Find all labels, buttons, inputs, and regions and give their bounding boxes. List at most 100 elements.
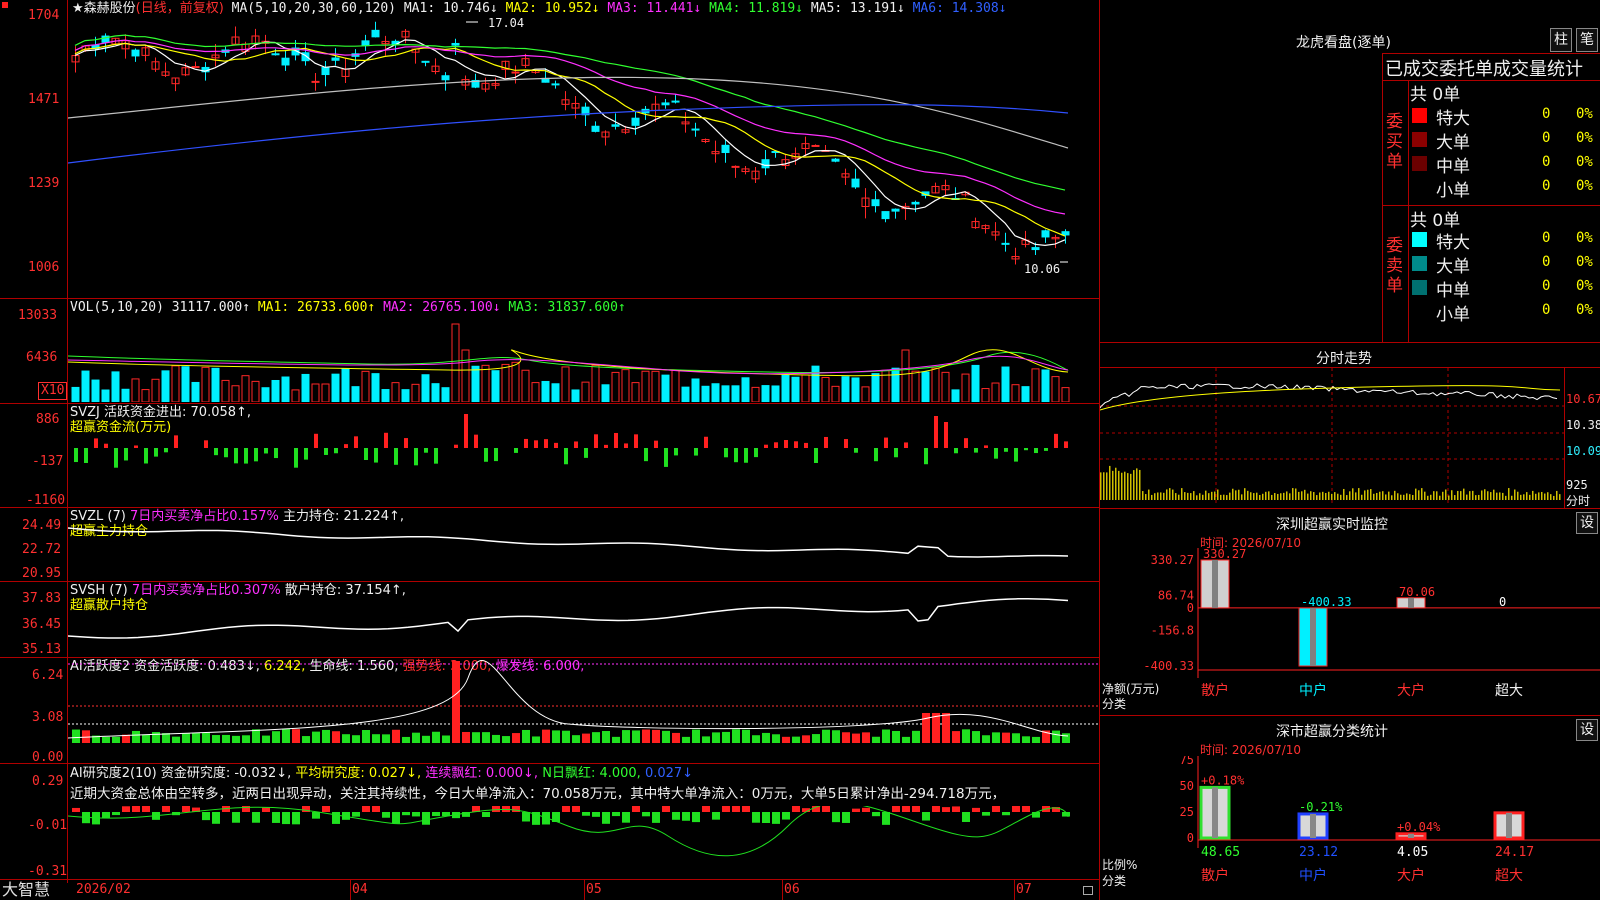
ma1-value: MA1: 10.746↓ <box>403 1 498 16</box>
research-y-label: 0.29 <box>32 774 64 789</box>
volume-bar <box>821 376 830 402</box>
intraday-volume-bar <box>1379 491 1381 500</box>
fund-flow-bar <box>374 448 378 463</box>
volume-bar <box>261 387 270 402</box>
main-holding-chart[interactable] <box>68 508 1099 580</box>
research-bar <box>952 806 960 812</box>
activity-bar <box>792 736 800 743</box>
research-bar <box>122 806 130 812</box>
intraday-volume-bar <box>1418 490 1420 500</box>
research-bar <box>492 806 500 812</box>
longhu-tick-button[interactable]: 笔 <box>1576 28 1598 52</box>
fund-flow-bar <box>744 448 748 463</box>
retail-holding-chart[interactable] <box>68 582 1099 656</box>
monitor-title: 深圳超赢实时监控 <box>1276 517 1388 533</box>
fund-flow-bar <box>354 436 358 448</box>
research-chart[interactable] <box>68 806 1099 878</box>
intraday-chart[interactable] <box>1100 368 1564 508</box>
intraday-volume-bar <box>1112 470 1114 500</box>
intraday-volume-bar <box>1142 491 1144 500</box>
fund-flow-chart[interactable] <box>68 404 1099 506</box>
research-bar <box>142 806 150 812</box>
activity-bar <box>822 729 830 743</box>
classify-chart[interactable]: 75 50 25 0 +0.18% 48.65 散户 -0.21% 23.12 中户 +0.04% 4… <box>1100 756 1600 900</box>
fund-flow-bar <box>934 416 938 448</box>
monitor-bar-shade <box>1408 597 1414 608</box>
activity-bar <box>702 736 710 743</box>
intraday-volume-bar <box>1310 491 1312 500</box>
intraday-volume-bar <box>1391 495 1393 500</box>
fund-flow-bar <box>344 444 348 448</box>
volume-bar <box>291 389 300 402</box>
intraday-price-line <box>1100 383 1558 409</box>
activity-bar <box>742 729 750 743</box>
longhu-bar-button[interactable]: 柱 <box>1550 28 1572 52</box>
fund-flow-bar <box>104 443 108 448</box>
fund-flow-bar <box>1034 448 1038 454</box>
intraday-volume-bar <box>1346 495 1348 500</box>
fund-flow-bar <box>1004 448 1008 452</box>
fund-flow-bar <box>464 414 468 448</box>
monitor-chart[interactable]: 330.2786.740-156.8-400.33330.27散户-400.33… <box>1100 548 1600 716</box>
research-bar <box>432 812 440 817</box>
monitor-settings-button[interactable]: 设 <box>1576 512 1598 534</box>
main-chart-panel[interactable]: ★森赫股份(日线，前复权) MA(5,10,20,30,60,120) MA1:… <box>0 0 1100 900</box>
main-price-chart[interactable] <box>68 18 1099 298</box>
research-bar <box>362 806 370 812</box>
volume-bar <box>711 383 720 402</box>
sell-row-name: 大单 <box>1436 257 1470 277</box>
intraday-volume-bar <box>1181 488 1183 500</box>
research-bar <box>872 812 880 817</box>
buy-row-count: 0 <box>1542 130 1551 146</box>
activity-bar <box>872 736 880 743</box>
volume-bar <box>641 370 650 402</box>
fund-flow-bar <box>794 441 798 448</box>
classify-bar-shade <box>1408 833 1414 838</box>
date-label: 05 <box>586 882 602 897</box>
intraday-volume-bar <box>1148 489 1150 500</box>
stock-name[interactable]: ★森赫股份 <box>72 1 136 16</box>
research-bar <box>992 806 1000 812</box>
classify-settings-button[interactable]: 设 <box>1576 719 1598 741</box>
date-label: 07 <box>1016 882 1032 897</box>
intraday-volume-bar <box>1286 491 1288 500</box>
research-bar <box>782 812 790 820</box>
intraday-volume-bar <box>1118 470 1120 500</box>
buy-row-percent: 0% <box>1576 154 1593 170</box>
candle-body <box>1031 247 1040 251</box>
intraday-volume-bar <box>1163 492 1165 500</box>
activity-chart[interactable] <box>68 658 1099 762</box>
intraday-volume-bar <box>1127 473 1129 500</box>
fund-flow-bar <box>174 435 178 448</box>
volume-bar <box>831 385 840 402</box>
buy-row-name: 中单 <box>1436 157 1470 177</box>
intraday-volume-bar <box>1388 491 1390 500</box>
candle-body <box>611 124 620 127</box>
candle-body <box>281 57 290 66</box>
intraday-volume-bar <box>1523 494 1525 500</box>
activity-bar <box>992 732 1000 743</box>
research-bar <box>292 812 300 825</box>
volume-chart[interactable] <box>68 312 1099 402</box>
candle-body <box>891 208 900 212</box>
classify-y-tick: 75 <box>1180 756 1194 767</box>
intraday-volume-bar <box>1457 490 1459 500</box>
intraday-volume-bar <box>1487 491 1489 500</box>
sell-row-percent: 0% <box>1576 302 1593 318</box>
research-bar <box>272 812 280 823</box>
activity-bar <box>442 735 450 743</box>
volume-bar <box>701 385 710 402</box>
volume-bar <box>961 373 970 402</box>
research-bar <box>792 806 800 812</box>
fund-flow-bar <box>704 436 708 448</box>
intraday-volume-bar <box>1394 490 1396 500</box>
volume-bar <box>651 370 660 402</box>
lock-icon[interactable] <box>1083 886 1093 895</box>
sell-row-count: 0 <box>1542 278 1551 294</box>
fund-flow-bar <box>334 448 338 454</box>
intraday-volume-bar <box>1529 494 1531 500</box>
volume-bar <box>511 361 520 402</box>
intraday-volume-bar <box>1460 491 1462 500</box>
intraday-volume-bar <box>1433 491 1435 500</box>
intraday-volume-bar <box>1217 489 1219 500</box>
